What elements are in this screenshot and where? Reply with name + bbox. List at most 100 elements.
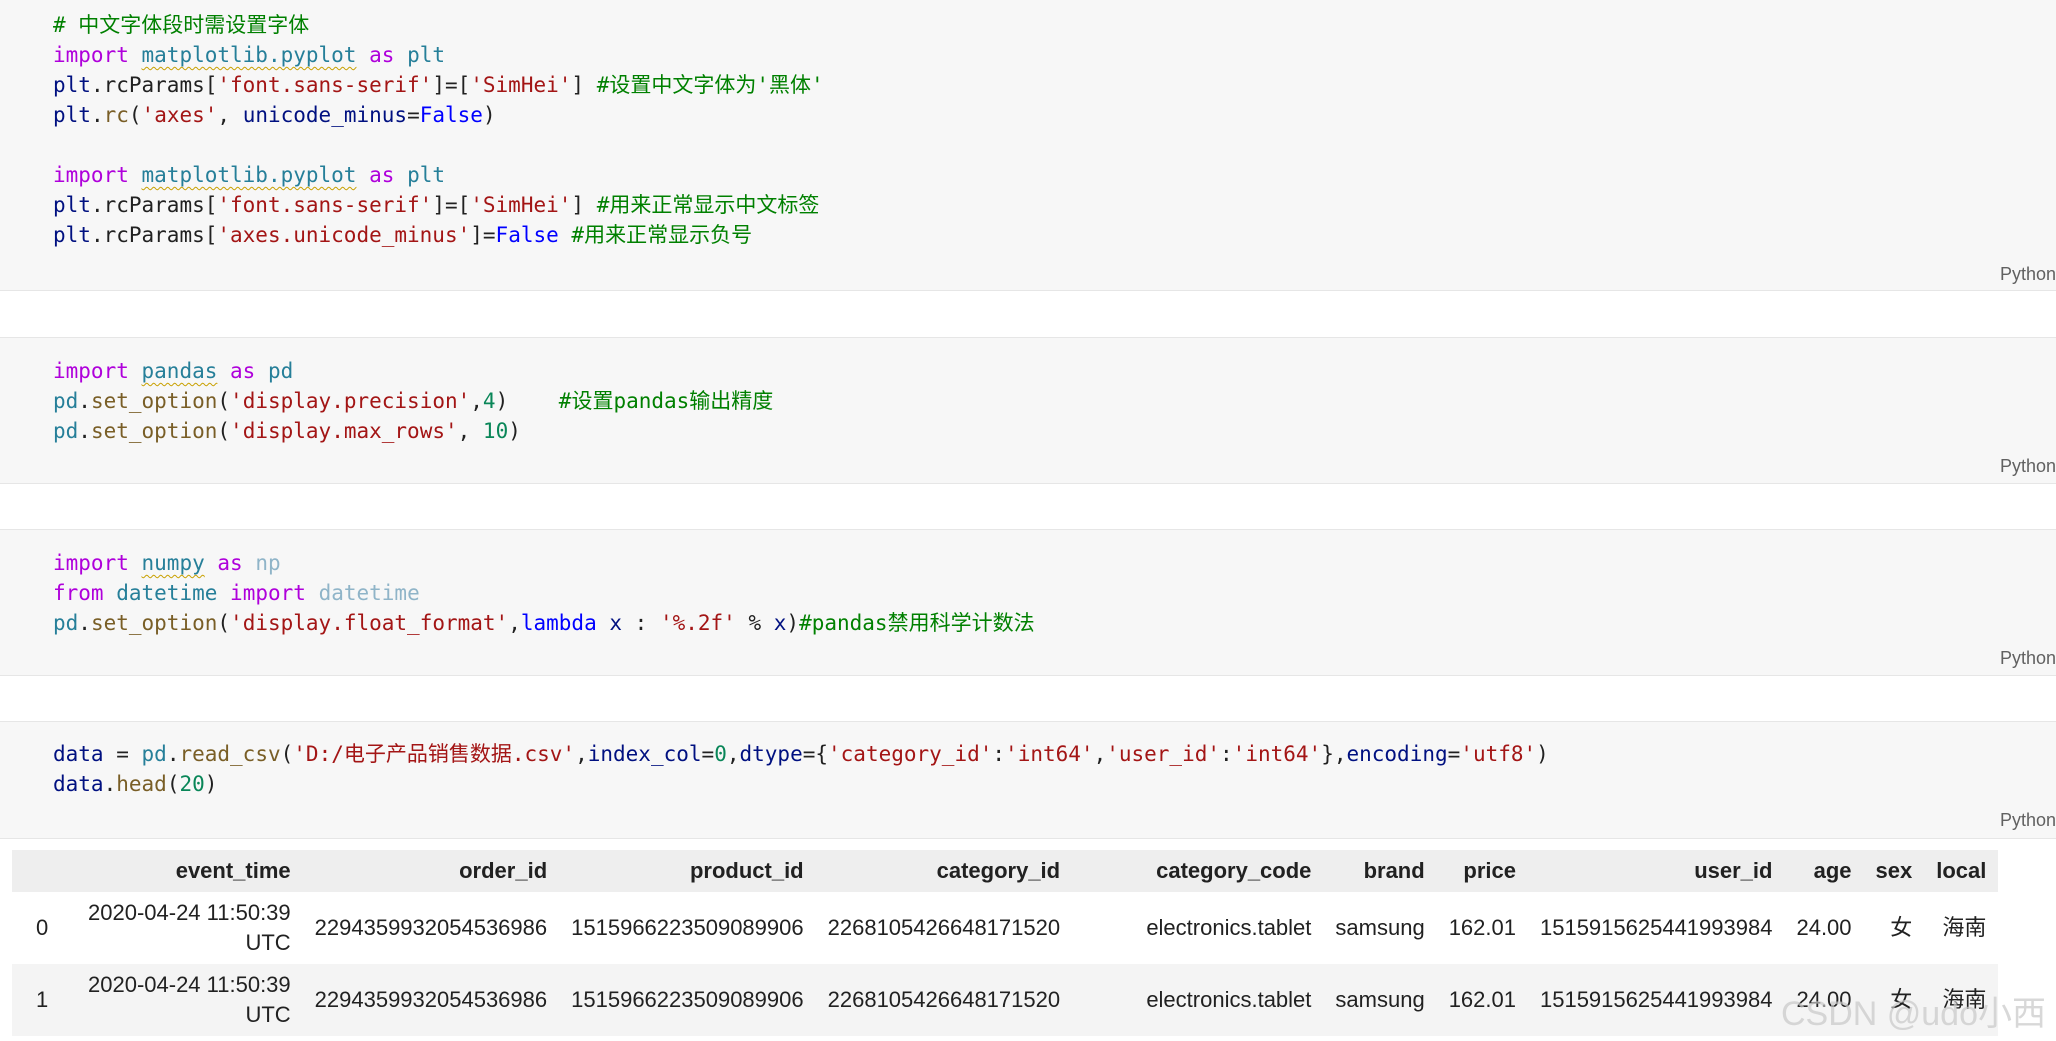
code-token: , [470,389,483,413]
code-token: .rcParams[ [90,223,218,247]
code-token: 'SimHei' [470,73,572,97]
code-token: ( [128,103,142,127]
row-index: 1 [12,964,76,1036]
cell-language-label[interactable]: Python [2000,264,2056,285]
code-token: import [53,43,129,67]
code-token: ) [495,389,559,413]
cell-sex: 女 [1863,964,1925,1036]
code-token: ) [482,103,496,127]
code-token: pd [53,389,79,413]
cell-order-id: 2294359932054536986 [302,964,560,1036]
cell-user-id: 1515915625441993984 [1527,964,1785,1036]
code-token: ]= [470,223,496,247]
cell-product-id: 1515966223509089906 [571,915,804,940]
dataframe-output: event_time order_id product_id category_… [12,850,2056,1036]
code-token: , [575,742,588,766]
table-row: 0 2020-04-24 11:50:39 UTC 229435993205453… [12,892,1998,964]
code-token: pd [267,359,294,383]
cell-text-line: UTC [245,1002,291,1027]
code-token: matplotlib.pyplot [141,163,357,187]
column-header: user_id [1527,850,1785,892]
table-header-row: event_time order_id product_id category_… [12,850,1999,892]
cell-age: 24.00 [1784,964,1864,1036]
cell-product-id: 1515966223509089906 [559,964,816,1036]
cell-language-label[interactable]: Python [2000,648,2056,669]
code-token: x [773,611,787,635]
code-token: = [103,742,142,766]
code-token: 'SimHei' [470,193,572,217]
code-token: index_col [587,742,702,766]
code-token: import [53,163,129,187]
code-cell-1[interactable]: # 中文字体段时需设置字体 import matplotlib.pyplot a… [0,0,2056,291]
code-token: rc [103,103,129,127]
code-token: 20 [179,772,205,796]
code-editor[interactable]: data = pd.read_csv('D:/电子产品销售数据.csv',ind… [53,739,1549,799]
code-cell-3[interactable]: import numpy as np from datetime import … [0,529,2056,676]
code-token: . [103,772,117,796]
code-token: as [230,359,256,383]
code-token: 'font.sans-serif' [217,193,433,217]
code-token: , [457,419,483,443]
cell-event-time: 2020-04-24 11:50:39 UTC [76,964,303,1036]
cell-brand: samsung [1335,915,1425,940]
code-cell-4[interactable]: data = pd.read_csv('D:/电子产品销售数据.csv',ind… [0,721,2056,839]
code-token: numpy [141,551,205,575]
cell-brand: samsung [1323,964,1437,1036]
code-token: = [1447,742,1461,766]
code-editor[interactable]: # 中文字体段时需设置字体 import matplotlib.pyplot a… [53,10,824,250]
code-token: .rcParams[ [90,73,218,97]
code-token: 'int64' [1005,742,1094,766]
code-token: #设置pandas输出精度 [558,389,774,413]
code-token: 10 [482,419,509,443]
code-token: dtype [739,742,803,766]
code-token: ) [204,772,218,796]
column-header-index [12,850,76,892]
code-editor[interactable]: import numpy as np from datetime import … [53,548,1035,638]
cell-language-label[interactable]: Python [2000,810,2056,831]
column-header: local [1924,850,1999,892]
code-token: 'D:/电子产品销售数据.csv' [293,742,576,766]
column-header: category_code [1072,850,1324,892]
column-header: category_id [815,850,1073,892]
code-token: pd [141,742,167,766]
code-cell-2[interactable]: import pandas as pd pd.set_option('displ… [0,337,2056,484]
code-token: ( [217,389,231,413]
code-token: ) [786,611,800,635]
code-token: #pandas禁用科学计数法 [799,611,1035,635]
code-token: import [53,359,129,383]
code-token: }, [1321,742,1347,766]
code-token: = [701,742,715,766]
code-token: . [90,103,104,127]
cell-category-code: electronics.tablet [1146,915,1312,940]
cell-text-line: 2020-04-24 11:50:39 [88,900,291,925]
column-header: event_time [76,850,303,892]
code-token: x [609,611,623,635]
code-token: . [166,742,180,766]
code-token: 'font.sans-serif' [217,73,433,97]
code-token: 'display.precision' [230,389,471,413]
code-token: . [78,611,91,635]
cell-category-code: electronics.tablet [1072,964,1324,1036]
code-token: 'utf8' [1460,742,1537,766]
code-token: read_csv [179,742,281,766]
column-header: order_id [302,850,560,892]
code-token: head [116,772,167,796]
cell-language-label[interactable]: Python [2000,456,2056,477]
code-token: , [726,742,740,766]
cell-text-line: 2020-04-24 11:50:39 [88,972,291,997]
code-token: 4 [482,389,496,413]
column-header: price [1436,850,1528,892]
cell-text-line: UTC [245,930,291,955]
code-token: encoding [1346,742,1448,766]
code-token: data [53,742,104,766]
dataframe-table: event_time order_id product_id category_… [12,850,1999,1036]
cell-local: 海南 [1942,915,1987,940]
code-token: : [992,742,1006,766]
code-token: set_option [90,611,218,635]
code-token: ] [571,193,597,217]
code-editor[interactable]: import pandas as pd pd.set_option('displ… [53,356,773,446]
code-token: 'int64' [1232,742,1322,766]
code-token: 'user_id' [1106,742,1221,766]
code-token: unicode_minus [242,103,408,127]
